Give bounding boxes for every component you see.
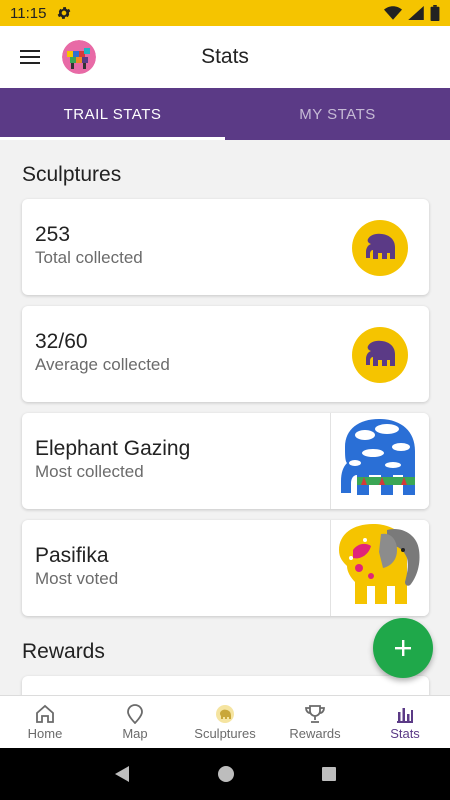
sculpture-name: Pasifika (35, 544, 109, 567)
map-pin-icon (127, 703, 143, 724)
reward-card[interactable] (22, 676, 429, 695)
stats-tabs: TRAIL STATS MY STATS (0, 88, 450, 140)
back-icon[interactable] (113, 765, 131, 783)
tab-trail-stats[interactable]: TRAIL STATS (0, 88, 225, 140)
gear-icon (58, 7, 71, 19)
stat-card-total[interactable]: 253 Total collected (22, 199, 429, 295)
nav-rewards-label: Rewards (289, 725, 341, 741)
nav-stats[interactable]: Stats (360, 696, 450, 748)
home-icon (36, 704, 54, 723)
stat-card-average[interactable]: 32/60 Average collected (22, 306, 429, 402)
hamburger-icon (20, 50, 40, 64)
menu-button[interactable] (0, 26, 60, 88)
nav-home-label: Home (27, 725, 63, 741)
stat-label: Most collected (35, 462, 144, 481)
stat-label: Total collected (35, 248, 143, 267)
stat-label: Most voted (35, 569, 119, 588)
sculptures-section-title: Sculptures (22, 163, 122, 186)
recents-icon[interactable] (321, 766, 337, 782)
tab-my-stats[interactable]: MY STATS (225, 88, 450, 140)
nav-sculptures-label: Sculptures (194, 725, 256, 741)
sculpture-thumbnail (330, 520, 429, 616)
stat-label: Average collected (35, 355, 170, 374)
bar-chart-icon (397, 707, 413, 723)
plus-icon (395, 640, 411, 656)
nav-stats-label: Stats (390, 725, 420, 741)
status-bar: 11:15 (0, 0, 450, 26)
battery-icon (430, 5, 440, 21)
bottom-navigation: Home Map Sculptures Rewards Stats (0, 695, 450, 748)
elephant-icon (366, 340, 395, 366)
sculpture-name: Elephant Gazing (35, 437, 191, 460)
status-time: 11:15 (10, 4, 47, 22)
rewards-section-title: Rewards (22, 640, 105, 663)
nav-map-label: Map (122, 725, 148, 741)
elephant-icon (366, 233, 395, 259)
sculpture-icon (216, 704, 234, 723)
stat-value: 253 (35, 223, 71, 246)
stat-card-most-voted[interactable]: Pasifika Most voted (22, 520, 429, 616)
avatar[interactable] (62, 40, 96, 74)
trophy-icon (305, 704, 325, 723)
nav-sculptures[interactable]: Sculptures (180, 696, 270, 748)
home-circle-icon[interactable] (217, 765, 235, 783)
signal-icon (408, 6, 424, 20)
stats-content[interactable]: Sculptures 253 Total collected 32/60 Ave… (0, 140, 450, 695)
add-button[interactable] (373, 618, 433, 678)
nav-rewards[interactable]: Rewards (270, 696, 360, 748)
nav-home[interactable]: Home (0, 696, 90, 748)
app-bar: Stats (0, 26, 450, 88)
elephant-badge (352, 220, 408, 276)
system-navigation-bar (0, 748, 450, 800)
wifi-icon (384, 6, 402, 20)
stat-card-most-collected[interactable]: Elephant Gazing Most collected (22, 413, 429, 509)
nav-map[interactable]: Map (90, 696, 180, 748)
sculpture-thumbnail (330, 413, 429, 509)
stat-value: 32/60 (35, 330, 88, 353)
elephant-badge (352, 327, 408, 383)
